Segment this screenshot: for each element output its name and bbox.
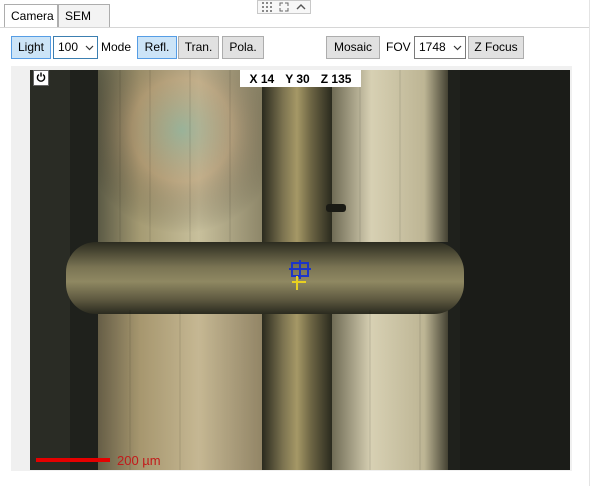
power-button[interactable] [33,70,49,86]
tab-sem[interactable]: SEM [58,4,110,27]
coord-x: X 14 [249,71,275,86]
light-level-value: 100 [58,40,79,54]
chevron-down-icon[interactable] [449,37,465,58]
expand-icon[interactable] [275,1,292,14]
chevron-up-icon[interactable] [293,1,310,14]
scale-bar [36,458,110,462]
stage-coordinates: X 14 Y 30 Z 135 [240,70,361,87]
panel-controls [257,0,311,14]
mode-transmitted-button[interactable]: Tran. [178,36,219,59]
right-edge [589,0,595,486]
tab-strip: Camera SEM [0,0,595,28]
light-toggle-button[interactable]: Light [11,36,51,59]
z-focus-button[interactable]: Z Focus [468,36,524,59]
chevron-down-icon[interactable] [81,37,97,58]
camera-toolbar: Light 100 Mode Refl. Tran. Pola. Mosaic … [0,34,595,60]
power-icon [36,71,46,85]
bottom-margin [0,471,595,486]
fov-select[interactable]: 1748 [414,36,466,59]
coord-y: Y 30 [285,71,310,86]
grid-icon[interactable] [258,1,275,14]
mode-label: Mode [101,40,132,54]
fov-label: FOV [386,40,411,54]
mode-polarized-button[interactable]: Pola. [222,36,264,59]
tab-camera[interactable]: Camera [4,4,58,28]
microscope-image [30,70,570,470]
light-level-select[interactable]: 100 [53,36,98,59]
coord-z: Z 135 [320,71,352,86]
mode-reflected-button[interactable]: Refl. [137,36,177,59]
live-camera-image[interactable] [30,70,570,470]
tab-divider [0,27,595,28]
mosaic-button[interactable]: Mosaic [326,36,380,59]
fov-value: 1748 [419,40,446,54]
scale-bar-label: 200 µm [117,453,161,468]
